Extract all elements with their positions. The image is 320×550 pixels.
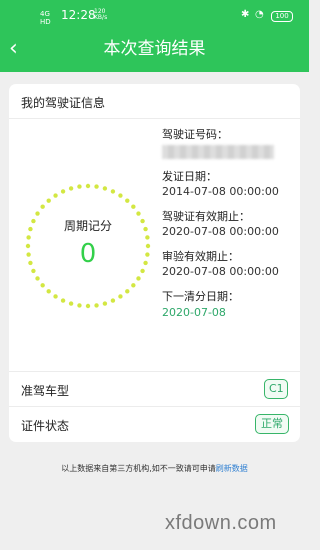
ring-dot	[110, 189, 116, 194]
issue-date-value: 2014-07-08 00:00:00	[162, 185, 279, 198]
card-title: 我的驾驶证信息	[21, 96, 106, 110]
ring-dot	[46, 198, 51, 203]
ring-dot	[102, 186, 108, 191]
ring-dot	[102, 301, 108, 306]
signal-sub-label: HD	[40, 18, 51, 26]
ring-dot	[136, 276, 141, 281]
license-status-row: 证件状态 正常	[9, 406, 300, 440]
ring-dot	[40, 283, 45, 288]
vehicle-class-badge: C1	[264, 379, 288, 399]
ring-dot	[77, 184, 82, 189]
ring-dot	[94, 184, 99, 189]
next-clear-date-value: 2020-07-08	[162, 306, 226, 319]
ring-dot	[40, 204, 45, 209]
page-title: 本次查询结果	[103, 39, 206, 59]
battery-level: 100	[275, 12, 289, 20]
site-watermark: xfdown.com	[165, 512, 277, 534]
wifi-icon: ◔	[255, 9, 264, 20]
license-status-label: 证件状态	[21, 419, 70, 433]
signal-indicator: 4G HD	[40, 10, 51, 26]
signal-label: 4G	[40, 10, 50, 18]
top-bar: 4G HD 12:28 120 KB/s ✱ ◔ 100 ‹ 本次查询结果	[0, 0, 309, 72]
vehicle-class-row: 准驾车型 C1	[9, 371, 300, 405]
license-expiry-value: 2020-07-08 00:00:00	[162, 225, 279, 238]
ring-dot	[77, 303, 82, 308]
ring-dot	[53, 193, 58, 198]
ring-dot	[35, 276, 40, 281]
ring-dot	[68, 301, 74, 306]
ring-dot	[60, 298, 66, 303]
ring-dot	[46, 289, 51, 294]
license-info-card: 我的驾驶证信息 周期记分 0 驾驶证号码： 发证日期： 2014-07-08 0…	[9, 84, 300, 442]
status-bar: 4G HD 12:28 120 KB/s ✱ ◔ 100	[0, 0, 309, 34]
data-source-text: 以上数据来自第三方机构,如不一致请可申请	[61, 464, 216, 473]
ring-dot	[118, 193, 123, 198]
score-ring: 周期记分 0	[23, 181, 153, 311]
ring-dot	[85, 303, 91, 309]
ring-dot	[60, 189, 66, 194]
next-clear-date-label: 下一清分日期：	[162, 290, 239, 303]
inspection-expiry-value: 2020-07-08 00:00:00	[162, 265, 279, 278]
ring-dot	[68, 186, 74, 191]
ring-dot	[35, 211, 40, 216]
data-source-note: 以上数据来自第三方机构,如不一致请可申请刷新数据	[0, 463, 309, 474]
ring-dot	[125, 198, 130, 203]
refresh-data-link[interactable]: 刷新数据	[216, 464, 248, 473]
license-number-redacted	[162, 145, 274, 159]
ring-dot	[110, 298, 116, 303]
ring-dot	[53, 294, 58, 299]
license-number-label: 驾驶证号码：	[162, 128, 228, 141]
network-rate: 120 KB/s	[94, 9, 107, 21]
ring-dot	[131, 204, 136, 209]
card-header: 我的驾驶证信息	[9, 84, 300, 119]
score-value: 0	[79, 239, 97, 269]
ring-dot	[31, 268, 36, 274]
ring-dot	[94, 303, 99, 308]
ring-dot	[136, 211, 141, 216]
ring-dot	[131, 283, 136, 288]
status-time: 12:28	[61, 8, 96, 22]
vehicle-class-label: 准驾车型	[21, 384, 70, 398]
issue-date-label: 发证日期：	[162, 170, 217, 183]
ring-dot	[140, 268, 145, 274]
battery-icon: 100	[271, 11, 293, 22]
ring-dot	[85, 183, 91, 189]
ring-dot	[118, 294, 123, 299]
bluetooth-icon: ✱	[241, 9, 250, 20]
ring-dot	[125, 289, 130, 294]
score-label: 周期记分	[63, 219, 112, 233]
inspection-expiry-label: 审验有效期止：	[162, 250, 239, 263]
license-status-badge: 正常	[255, 414, 289, 434]
network-rate-unit: KB/s	[94, 14, 108, 21]
license-expiry-label: 驾驶证有效期止：	[162, 210, 250, 223]
